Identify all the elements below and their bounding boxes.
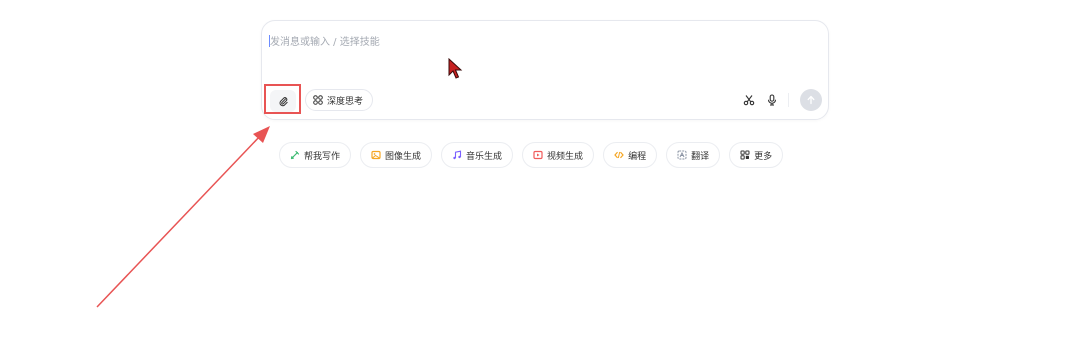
skill-writing[interactable]: 帮我写作 [279,142,352,168]
skills-row: 帮我写作 图像生成 音乐生成 视频生成 编程 翻译 更多 [279,142,784,168]
pen-icon [290,150,300,160]
skill-more[interactable]: 更多 [729,142,784,168]
video-icon [533,150,543,160]
mouse-cursor [448,57,464,84]
skill-label: 编程 [628,151,647,162]
arrow-up-icon [807,95,815,105]
skill-label: 音乐生成 [466,151,503,162]
scissors-button[interactable] [741,92,757,108]
scissors-icon [743,95,755,106]
microphone-button[interactable] [764,92,780,108]
skill-label: 帮我写作 [304,151,341,162]
grid-icon [313,95,323,105]
translate-icon [677,150,687,160]
skill-label: 视频生成 [547,151,584,162]
toolbar-divider [788,93,789,107]
skill-label: 翻译 [691,151,710,162]
send-button[interactable] [800,89,822,111]
more-icon [740,150,750,160]
annotation-highlight-box [264,84,301,114]
image-icon [371,150,381,160]
deep-think-button[interactable]: 深度思考 [305,89,374,111]
skill-label: 图像生成 [385,151,422,162]
pointer-icon [448,57,463,79]
skill-coding[interactable]: 编程 [603,142,658,168]
skill-translation[interactable]: 翻译 [666,142,721,168]
microphone-icon [767,94,777,106]
skill-video-generation[interactable]: 视频生成 [522,142,595,168]
deep-think-label: 深度思考 [327,96,364,107]
skill-image-generation[interactable]: 图像生成 [360,142,433,168]
chat-input-card: 深度思考 [261,20,829,120]
page: 深度思考 [0,0,1073,339]
skill-music-generation[interactable]: 音乐生成 [441,142,514,168]
music-icon [452,150,462,160]
skill-label: 更多 [754,151,773,162]
code-icon [614,150,624,160]
message-input[interactable] [270,33,770,51]
